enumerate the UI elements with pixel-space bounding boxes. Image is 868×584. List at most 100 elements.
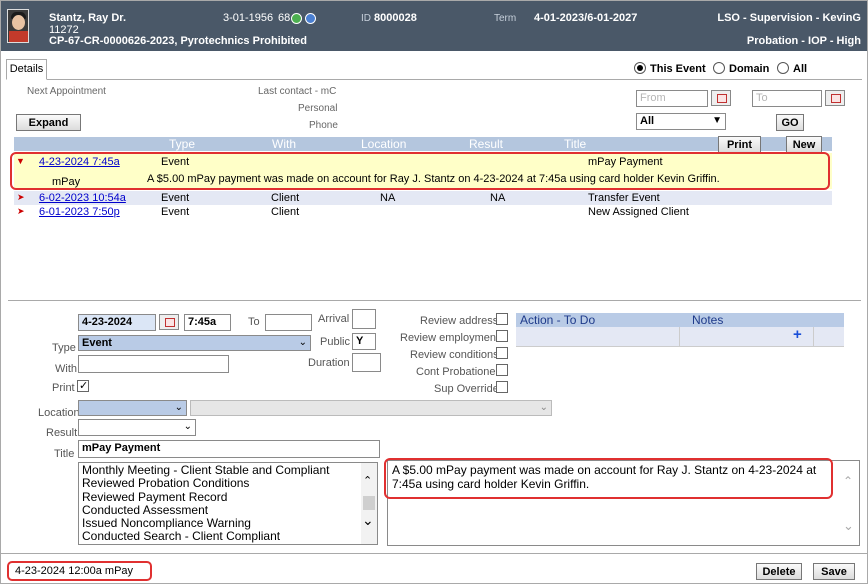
title-input[interactable]: mPay Payment [78, 440, 380, 458]
location-detail-select[interactable]: ⌄ [190, 400, 552, 416]
phone-label: Phone [309, 120, 338, 131]
chevron-down-icon: ⌄ [174, 402, 183, 413]
from-date-input[interactable]: From [636, 90, 708, 107]
id-value: 8000028 [374, 12, 417, 24]
type-label: Type [52, 342, 76, 354]
notes-scroll-up-icon[interactable]: ⌃ [843, 474, 853, 488]
review-employment-checkbox[interactable] [496, 330, 508, 342]
event-date-link[interactable]: 6-02-2023 10:54a [39, 192, 126, 204]
radio-all[interactable] [777, 62, 789, 74]
arrival-label: Arrival [318, 313, 350, 325]
sup-override-label: Sup Override [434, 383, 499, 395]
result-select[interactable]: ⌄ [78, 419, 196, 436]
radio-domain-label: Domain [729, 63, 770, 75]
event-filter-value: All [640, 115, 655, 127]
event-with: Client [271, 192, 300, 204]
highlight-selected-row [10, 152, 830, 190]
to-calendar-icon[interactable] [825, 90, 845, 106]
officer-assignment: LSO - Supervision - KevinG [717, 12, 861, 24]
public-input[interactable]: Y [352, 333, 376, 350]
type-value: Event [82, 337, 112, 349]
list-item[interactable]: Reviewed Payment Record [79, 490, 377, 504]
with-label: With [55, 363, 77, 375]
chevron-down-icon: ⌄ [183, 421, 192, 432]
save-button[interactable]: Save [813, 563, 855, 580]
notes-header: Notes [692, 313, 724, 327]
next-appointment-label: Next Appointment [27, 86, 106, 97]
info-status-icon[interactable] [305, 13, 316, 24]
client-name: Stantz, Ray Dr. [49, 12, 127, 24]
review-conditions-checkbox[interactable] [496, 347, 508, 359]
client-age: 68 [278, 12, 291, 24]
radio-all-label: All [793, 63, 808, 75]
footer-divider [1, 553, 867, 554]
list-item[interactable]: Monthly Meeting - Client Stable and Comp… [79, 463, 377, 477]
action-todo-header: Action - To Do [520, 313, 596, 327]
tab-details[interactable]: Details [6, 59, 47, 80]
client-dob: 3-01-1956 [223, 12, 274, 24]
list-item[interactable]: Conducted Search - Client Compliant [79, 530, 377, 544]
column-type[interactable]: Type [169, 137, 195, 151]
add-action-icon[interactable]: + [793, 326, 802, 343]
review-address-checkbox[interactable] [496, 313, 508, 325]
column-location[interactable]: Location [361, 137, 406, 151]
location-select[interactable]: ⌄ [78, 400, 187, 416]
go-button[interactable]: GO [776, 114, 804, 131]
event-calendar-icon[interactable] [159, 314, 179, 330]
new-event-button[interactable]: New [786, 136, 822, 153]
end-time-input[interactable] [265, 314, 312, 331]
event-date-link[interactable]: 6-01-2023 7:50p [39, 206, 120, 218]
radio-this-event[interactable] [634, 62, 646, 74]
event-date-input[interactable]: 4-23-2024 [78, 314, 156, 331]
from-calendar-icon[interactable] [711, 90, 731, 106]
scroll-up-icon[interactable]: ⌃ [363, 474, 372, 487]
id-label: ID [361, 13, 371, 24]
chevron-down-icon: ⌄ [539, 402, 548, 413]
delete-button[interactable]: Delete [756, 563, 802, 580]
scroll-down-icon[interactable]: ⌄ [362, 512, 374, 529]
personal-label: Personal [298, 103, 338, 114]
compliance-status-icon[interactable] [291, 13, 302, 24]
note-templates-list[interactable]: Monthly Meeting - Client Stable and Comp… [78, 462, 378, 545]
notes-scroll-down-icon[interactable]: ⌄ [843, 518, 854, 534]
arrival-input[interactable] [352, 309, 376, 329]
list-item[interactable]: Reviewed Probation Conditions [79, 476, 377, 490]
highlight-notes [384, 458, 833, 499]
print-button[interactable]: Print [718, 136, 761, 153]
with-input[interactable] [78, 355, 229, 373]
created-stamp: 4-23-2024 12:00a mPay [7, 561, 152, 581]
scroll-thumb[interactable] [363, 496, 375, 510]
event-title: New Assigned Client [588, 206, 689, 218]
column-result[interactable]: Result [469, 137, 503, 151]
client-photo-avatar [7, 9, 29, 43]
collapsed-arrow-icon[interactable]: ➤ [17, 192, 25, 203]
location-label: Location [38, 407, 80, 419]
column-with[interactable]: With [272, 137, 296, 151]
to-date-input[interactable]: To [752, 90, 822, 107]
event-location: NA [380, 192, 396, 204]
radio-domain[interactable] [713, 62, 725, 74]
print-checkbox[interactable] [77, 379, 89, 392]
table-row[interactable]: ➤ 6-01-2023 7:50p Event Client New Assig… [14, 205, 832, 219]
event-time-input[interactable]: 7:45a [184, 314, 231, 331]
event-filter-select[interactable]: All ▼ [636, 113, 726, 130]
radio-this-event-label: This Event [650, 63, 706, 75]
title-label: Title [54, 448, 75, 460]
last-contact-label: Last contact - mC [258, 86, 337, 97]
program-level: Probation - IOP - High [746, 35, 861, 47]
column-title[interactable]: Title [564, 137, 586, 151]
duration-input[interactable] [352, 353, 381, 372]
cont-probationer-checkbox[interactable] [496, 364, 508, 376]
collapsed-arrow-icon[interactable]: ➤ [17, 206, 25, 217]
event-with: Client [271, 206, 300, 218]
type-select[interactable]: Event ⌄ [78, 335, 311, 351]
review-conditions-label: Review conditions [410, 349, 499, 361]
list-item[interactable]: Issued Noncompliance Warning [79, 516, 377, 530]
list-item[interactable]: Conducted Assessment [79, 503, 377, 517]
expand-button[interactable]: Expand [16, 114, 81, 131]
sup-override-checkbox[interactable] [496, 381, 508, 393]
review-employment-label: Review employment [400, 332, 500, 344]
chevron-down-icon: ⌄ [298, 337, 307, 348]
section-divider [8, 300, 861, 301]
table-row[interactable]: ➤ 6-02-2023 10:54a Event Client NA NA Tr… [14, 191, 832, 205]
